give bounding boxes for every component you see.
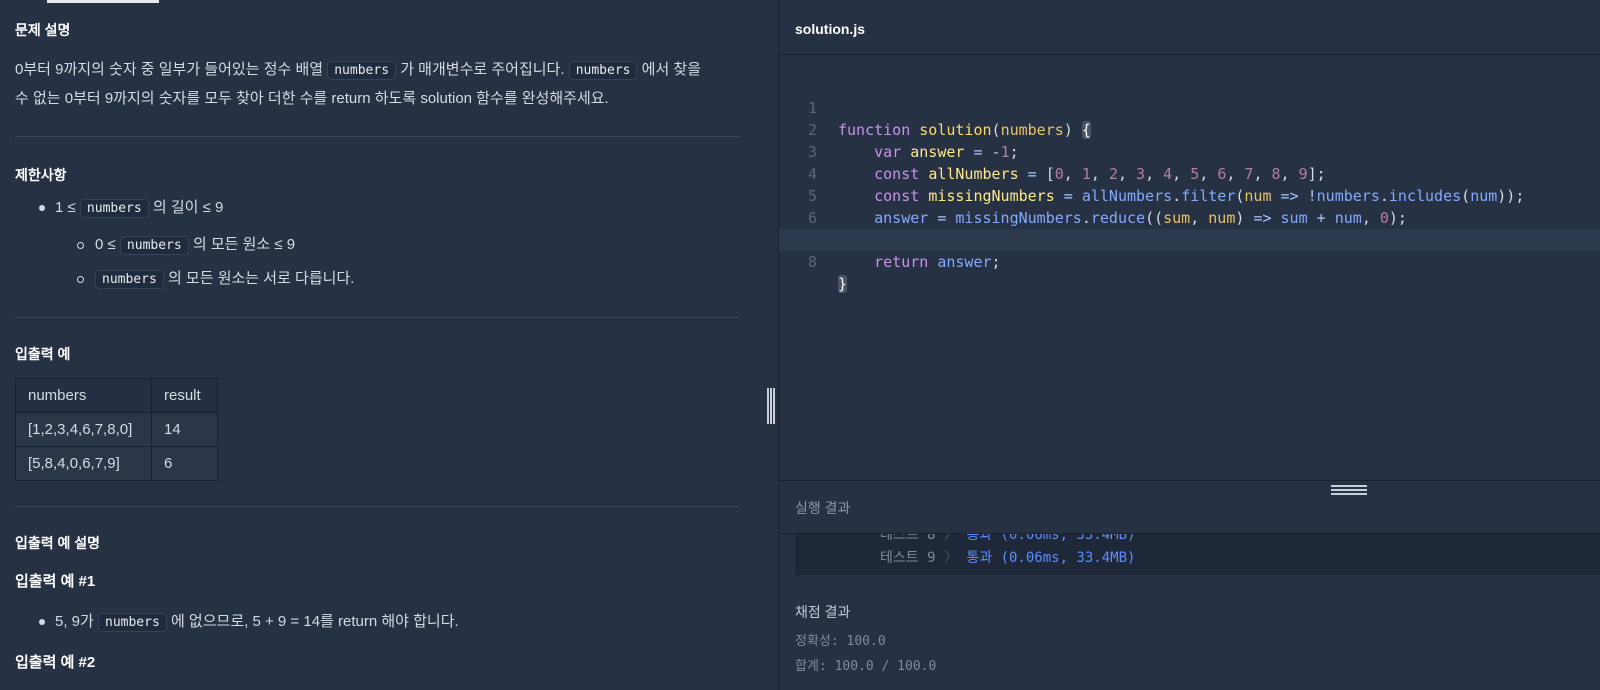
table-cell: [1,2,3,4,6,7,8,0]	[15, 412, 152, 447]
results-title: 실행 결과	[795, 500, 851, 516]
results-output[interactable]: 테스트 8 〉 통과 (0.06ms, 33.4MB) 테스트 9 〉 통과 (…	[779, 534, 1600, 690]
file-name: solution.js	[795, 21, 865, 37]
line-number: 8	[807, 253, 817, 271]
horizontal-resize-handle[interactable]	[1331, 485, 1367, 495]
code-text: }	[838, 275, 848, 293]
divider	[15, 506, 739, 507]
inline-code-numbers: numbers	[95, 270, 164, 289]
table-header-row: numbers result	[15, 378, 218, 413]
description-line-2: 수 없는 0부터 9까지의 숫자를 모두 찾아 더한 수를 return 하도록…	[15, 90, 609, 107]
table-cell: 14	[151, 412, 218, 447]
section-title-description: 문제 설명	[15, 22, 71, 38]
example-2-title: 입출력 예 #2	[15, 654, 96, 671]
constraint-text: 의 모든 원소 ≤ 9	[192, 236, 296, 253]
inline-code-numbers: numbers	[98, 613, 167, 632]
code-line[interactable]: 7 return answer;	[779, 207, 1600, 271]
table-row: [1,2,3,4,6,7,8,0] 14	[15, 412, 218, 447]
code-text: return answer;	[874, 253, 1001, 271]
file-header: solution.js	[779, 0, 1600, 55]
code-line-active[interactable]: 8 }	[779, 229, 1600, 293]
code-line[interactable]: 1 function solution(numbers) {	[779, 75, 1600, 139]
test-result-row: 테스트 8 〉 통과 (0.06ms, 33.4MB)	[880, 534, 1135, 544]
results-header: 실행 결과	[779, 480, 1600, 534]
inline-code-numbers: numbers	[119, 236, 189, 255]
inline-code-numbers: numbers	[568, 61, 638, 80]
examples-table: numbers result [1,2,3,4,6,7,8,0] 14 [5,8…	[15, 378, 218, 481]
section-title-examples: 입출력 예	[15, 346, 71, 362]
chevron-right-icon: 〉	[943, 534, 958, 543]
total-line: 합계: 100.0 / 100.0	[795, 659, 937, 674]
code-line[interactable]: 5 answer = missingNumbers.reduce((sum, n…	[779, 163, 1600, 227]
problem-panel: 문제 설명 0부터 9까지의 숫자 중 일부가 들어있는 정수 배열 numbe…	[0, 0, 778, 690]
table-header-cell: numbers	[15, 378, 152, 413]
section-title-constraints: 제한사항	[15, 167, 67, 183]
code-line[interactable]: 2 var answer = -1;	[779, 97, 1600, 161]
editor-panel: solution.js 1 function solution(numbers)…	[778, 0, 1600, 690]
table-header-cell: result	[151, 378, 218, 413]
explain-text: 에 없으므로, 5 + 9 = 14를 return 해야 합니다.	[170, 613, 459, 630]
code-line[interactable]: 4 const missingNumbers = allNumbers.filt…	[779, 141, 1600, 205]
test-label: 테스트 9	[880, 550, 936, 566]
chevron-right-icon: 〉	[943, 550, 958, 566]
constraint-text: 0 ≤	[95, 236, 116, 253]
constraint-text: 의 길이 ≤ 9	[152, 199, 224, 216]
constraint-2: 0 ≤ numbers 의 모든 원소 ≤ 9	[95, 233, 296, 255]
desc-text: 에서 찾을	[641, 61, 702, 78]
desc-text: 0부터 9까지의 숫자 중 일부가 들어있는 정수 배열	[15, 61, 324, 78]
test-status: 통과 (0.06ms, 33.4MB)	[966, 534, 1136, 543]
code-line[interactable]: 6	[779, 185, 1600, 227]
example-1-explanation: 5, 9가 numbers 에 없으므로, 5 + 9 = 14를 return…	[55, 610, 459, 632]
table-row: [5,8,4,0,6,7,9] 6	[15, 446, 218, 481]
sub-bullet-circle	[77, 242, 84, 249]
accuracy-line: 정확성: 100.0	[795, 634, 886, 649]
explain-text: 5, 9가	[55, 613, 94, 630]
bullet-dot	[39, 619, 45, 625]
bullet-dot	[39, 205, 45, 211]
divider	[15, 317, 739, 318]
divider	[15, 136, 739, 137]
inline-code-numbers: numbers	[79, 199, 149, 218]
constraint-text: 의 모든 원소는 서로 다릅니다.	[167, 270, 355, 287]
inline-code-numbers: numbers	[327, 61, 397, 80]
section-title-explain: 입출력 예 설명	[15, 535, 101, 551]
constraint-3: numbers 의 모든 원소는 서로 다릅니다.	[95, 267, 355, 289]
desc-text: 가 매개변수로 주어집니다.	[400, 61, 565, 78]
vertical-resize-handle[interactable]	[766, 388, 776, 424]
description-line-1: 0부터 9까지의 숫자 중 일부가 들어있는 정수 배열 numbers 가 매…	[15, 55, 701, 85]
constraint-text: 1 ≤	[55, 199, 76, 216]
test-results-box[interactable]: 테스트 8 〉 통과 (0.06ms, 33.4MB) 테스트 9 〉 통과 (…	[795, 534, 1600, 575]
grade-title: 채점 결과	[795, 604, 851, 620]
test-label: 테스트 8	[880, 534, 936, 543]
sub-bullet-circle	[77, 276, 84, 283]
example-1-title: 입출력 예 #1	[15, 573, 96, 590]
test-status: 통과 (0.06ms, 33.4MB)	[966, 550, 1136, 566]
table-cell: [5,8,4,0,6,7,9]	[15, 446, 152, 481]
test-result-row: 테스트 9 〉 통과 (0.06ms, 33.4MB)	[880, 547, 1135, 567]
code-line[interactable]: 3 const allNumbers = [0, 1, 2, 3, 4, 5, …	[779, 119, 1600, 183]
table-cell: 6	[151, 446, 218, 481]
code-editor[interactable]: 1 function solution(numbers) { 2 var ans…	[779, 55, 1600, 480]
constraint-1: 1 ≤ numbers 의 길이 ≤ 9	[55, 196, 224, 218]
